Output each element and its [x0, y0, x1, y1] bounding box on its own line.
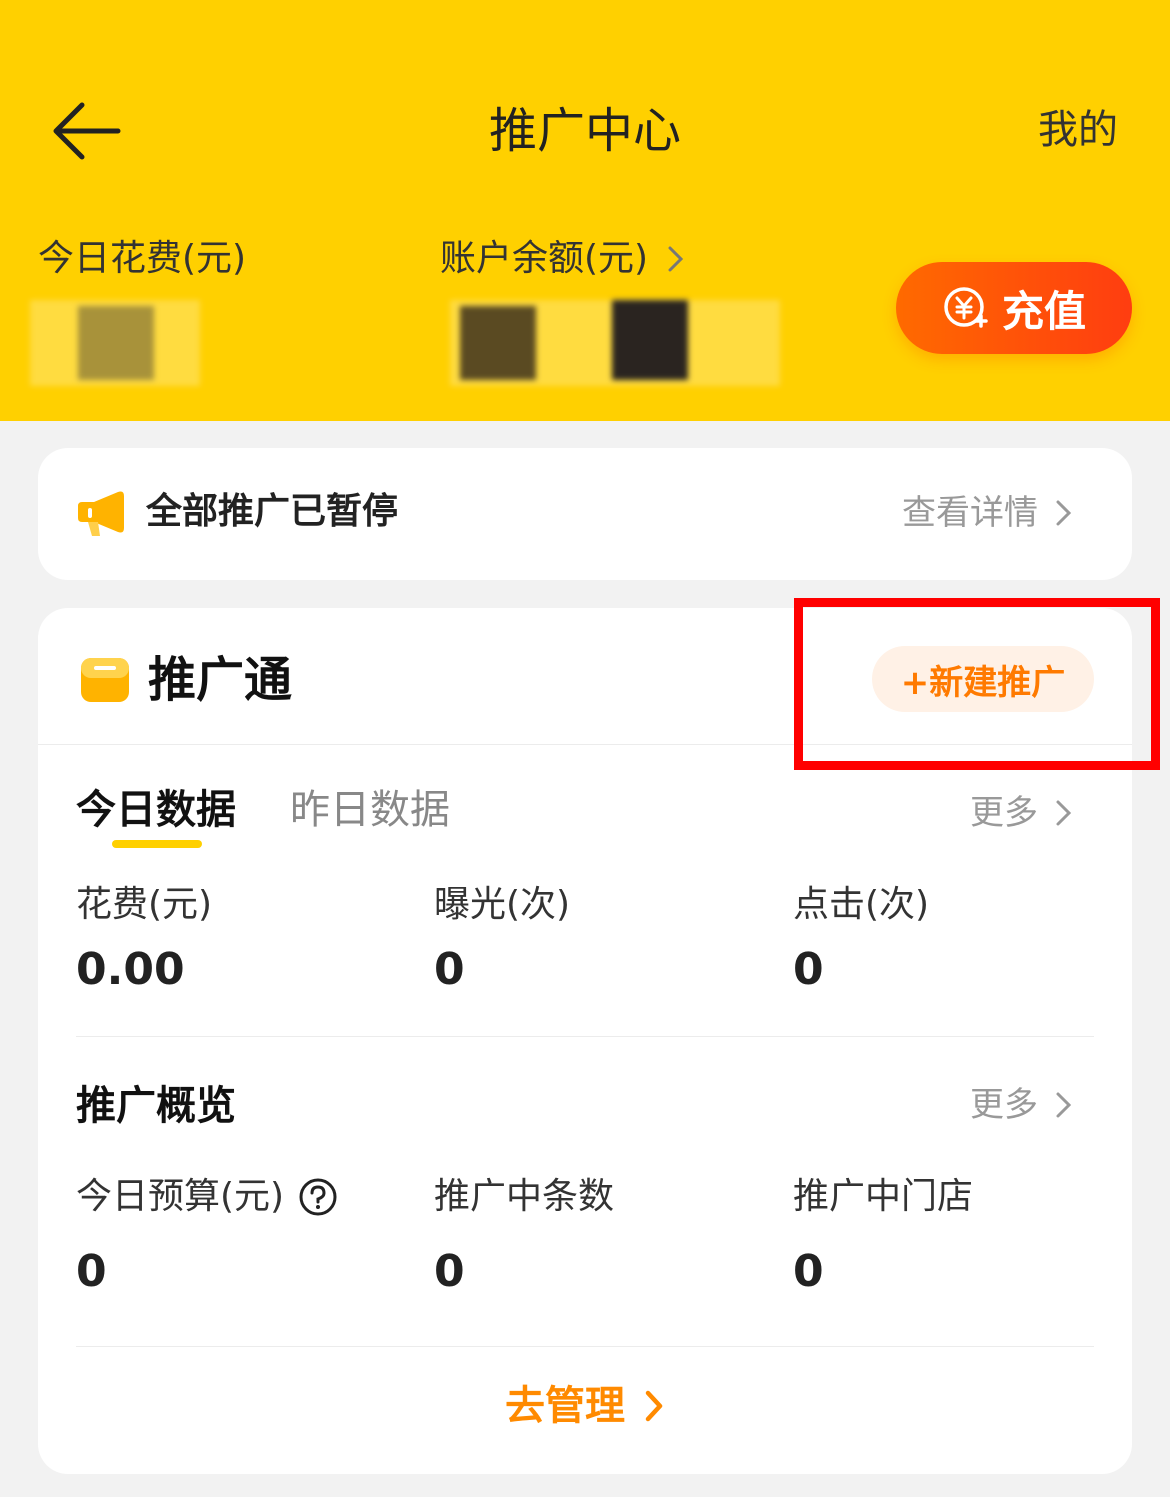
notice-text: 全部推广已暂停	[146, 491, 399, 532]
yuan-coin-icon	[944, 287, 988, 328]
active-items-value: 0	[434, 1246, 465, 1297]
chevron-right-icon	[645, 1390, 663, 1422]
shop-icon	[81, 658, 129, 702]
spend-label: 花费(元)	[76, 884, 213, 925]
active-stores-label: 推广中门店	[793, 1176, 974, 1217]
chevron-right-icon	[668, 246, 684, 272]
tab-today-data[interactable]: 今日数据	[76, 782, 236, 838]
overview-more-link[interactable]: 更多	[970, 1080, 1074, 1130]
today-spend-label: 今日花费(元)	[38, 238, 247, 279]
recharge-button[interactable]: 充值	[896, 262, 1132, 354]
chevron-right-icon	[1056, 500, 1072, 526]
active-stores-value: 0	[793, 1246, 824, 1297]
manage-label: 去管理	[505, 1383, 625, 1429]
mine-link[interactable]: 我的	[1038, 100, 1118, 160]
today-budget-value: 0	[76, 1246, 107, 1297]
view-details-label: 查看详情	[902, 493, 1038, 533]
active-tab-indicator	[112, 840, 202, 848]
more-label: 更多	[970, 1085, 1038, 1125]
chevron-right-icon	[1056, 1092, 1072, 1118]
megaphone-icon	[78, 491, 124, 536]
tab-yesterday-data[interactable]: 昨日数据	[290, 782, 450, 838]
balance-link[interactable]: 账户余额(元)	[440, 234, 686, 284]
more-label: 更多	[970, 793, 1038, 833]
clicks-value: 0	[793, 944, 824, 995]
pause-notice-card: 全部推广已暂停 查看详情	[38, 448, 1132, 580]
spend-value: 0.00	[76, 944, 185, 995]
divider	[76, 1036, 1094, 1037]
header: 推广中心 我的 今日花费(元) 账户余额(元) 充值	[0, 0, 1170, 421]
impressions-value: 0	[434, 944, 465, 995]
data-more-link[interactable]: 更多	[970, 788, 1074, 838]
manage-link[interactable]: 去管理	[38, 1378, 1132, 1434]
balance-label: 账户余额(元)	[440, 238, 649, 279]
overview-title: 推广概览	[76, 1083, 236, 1129]
impressions-label: 曝光(次)	[434, 884, 571, 925]
divider	[76, 1346, 1094, 1347]
today-budget-label-group: 今日预算(元)	[76, 1172, 338, 1222]
highlight-box	[794, 598, 1160, 770]
active-items-label: 推广中条数	[434, 1176, 615, 1217]
help-question-icon[interactable]	[298, 1177, 338, 1217]
chevron-right-icon	[1056, 800, 1072, 826]
view-details-link[interactable]: 查看详情	[902, 488, 1074, 538]
recharge-label: 充值	[1001, 286, 1086, 336]
clicks-label: 点击(次)	[793, 884, 930, 925]
today-budget-label: 今日预算(元)	[76, 1176, 285, 1217]
promo-card-title: 推广通	[148, 652, 293, 708]
page-title: 推广中心	[488, 103, 681, 159]
